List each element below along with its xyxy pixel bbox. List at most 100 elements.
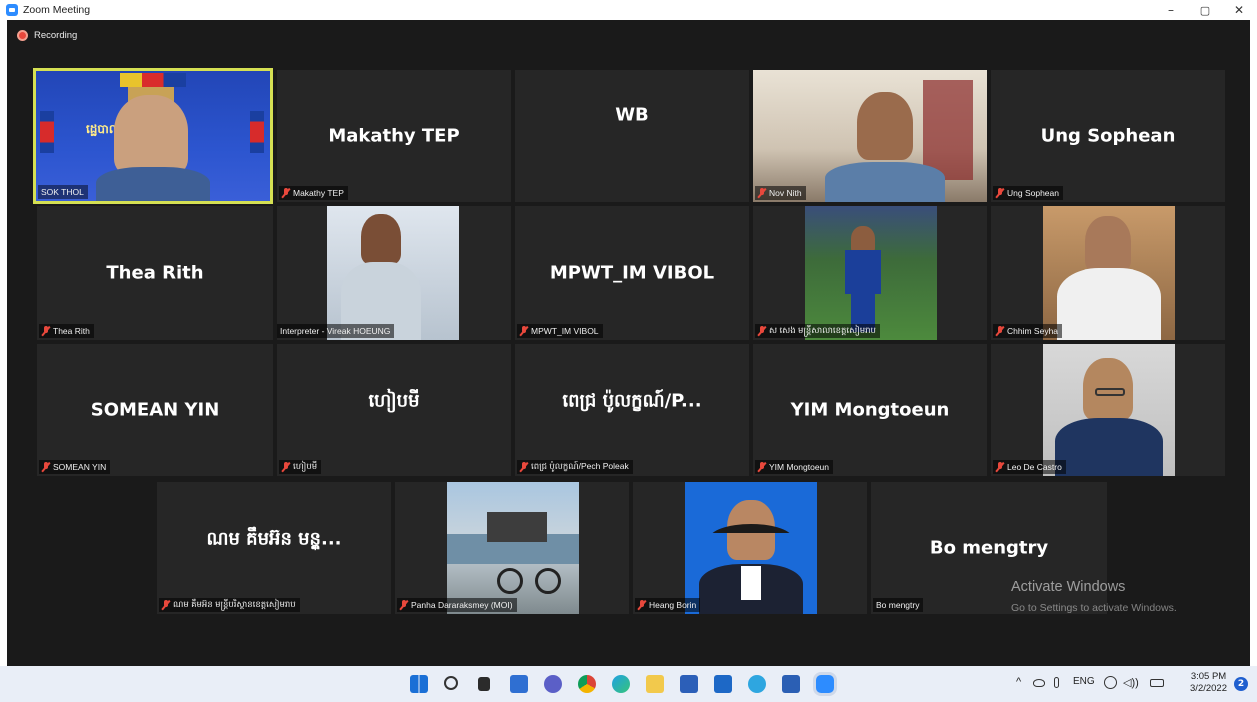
mail-icon[interactable] (714, 675, 732, 693)
participant-label: ពេជ្រ ប៉ូលក្ខណ៍/Pech Poleak (517, 460, 633, 474)
participant-label: Thea Rith (39, 324, 94, 338)
participant-label: YIM Mongtoeun (755, 460, 834, 474)
mic-muted-icon (520, 462, 528, 472)
participant-label: SOK THOL (38, 185, 88, 199)
video-tile-somean-yin[interactable]: SOMEAN YIN SOMEAN YIN (37, 344, 273, 476)
task-view-icon[interactable] (478, 677, 490, 691)
video-tile-yim-mongtoeun[interactable]: YIM Mongtoeun YIM Mongtoeun (753, 344, 987, 476)
video-tile-mpwt-im-vibol[interactable]: MPWT_IM VIBOL MPWT_IM VIBOL (515, 206, 749, 340)
clock-date: 3/2/2022 (1190, 683, 1227, 694)
mic-muted-icon (758, 188, 766, 198)
widgets-icon[interactable] (510, 675, 528, 693)
participant-video (753, 70, 987, 202)
participant-label: Ung Sophean (993, 186, 1063, 200)
meeting-gallery: Recording ដ្ឋេបាលរ SOK THOL Makathy TEP … (7, 20, 1250, 666)
participant-label: ស សេង មន្ត្រីសាលាខេត្តសៀមរាប (755, 324, 880, 338)
mic-muted-icon (520, 326, 528, 336)
telegram-icon[interactable] (748, 675, 766, 693)
microphone-icon[interactable] (1054, 677, 1059, 688)
chrome-icon[interactable] (578, 675, 596, 693)
windows-start-icon[interactable] (410, 675, 428, 693)
participant-label: MPWT_IM VIBOL (517, 324, 603, 338)
participant-name: ហៀបមី (368, 390, 420, 412)
activate-windows-title: Activate Windows (1011, 579, 1126, 595)
participant-label: Makathy TEP (279, 186, 348, 200)
maximize-button[interactable]: ▢ (1188, 0, 1222, 20)
recording-icon (17, 30, 28, 41)
window-title: Zoom Meeting (23, 4, 91, 16)
video-tile-nam-kimoeun[interactable]: ណម គឹមអ៊ន មន្ត្... ណម គឹមអ៊ន មន្ត្រីបរិស… (157, 482, 391, 614)
video-tile-wb[interactable]: WB (515, 70, 749, 202)
video-tile-ung-sophean[interactable]: Ung Sophean Ung Sophean (991, 70, 1225, 202)
video-tile-nov-nith[interactable]: Nov Nith (753, 70, 987, 202)
store-icon[interactable] (680, 675, 698, 693)
mic-muted-icon (996, 188, 1004, 198)
participant-name: ណម គឹមអ៊ន មន្ត្... (206, 528, 342, 550)
show-hidden-icons-icon[interactable]: ^ (1016, 676, 1021, 688)
video-tile-pech-poleak[interactable]: ពេជ្រ ប៉ូលក្ខណ៍/P... ពេជ្រ ប៉ូលក្ខណ៍/Pec… (515, 344, 749, 476)
participant-video (805, 206, 937, 340)
network-icon[interactable] (1104, 676, 1117, 689)
edge-icon[interactable] (612, 675, 630, 693)
participant-label: Interpreter - Vireak HOEUNG (277, 324, 395, 338)
participant-video (447, 482, 579, 614)
activate-windows-subtitle: Go to Settings to activate Windows. (1011, 602, 1177, 614)
participant-name: Ung Sophean (1040, 125, 1176, 147)
video-tile-sok-thol[interactable]: ដ្ឋេបាលរ SOK THOL (33, 68, 273, 204)
participant-label: Heang Borin (635, 598, 701, 612)
mic-muted-icon (996, 462, 1004, 472)
video-tile-heang-borin[interactable]: Heang Borin (633, 482, 867, 614)
participant-video (685, 482, 817, 614)
taskbar: ^ ENG ◁)) 3:05 PM 3/2/2022 2 (0, 666, 1257, 702)
video-tile-sa-seng[interactable]: ស សេង មន្ត្រីសាលាខេត្តសៀមរាប (753, 206, 987, 340)
video-tile-makathy-tep[interactable]: Makathy TEP Makathy TEP (277, 70, 511, 202)
recording-label: Recording (34, 30, 78, 41)
video-tile-vireak-hoeung[interactable]: Interpreter - Vireak HOEUNG (277, 206, 511, 340)
notification-badge[interactable]: 2 (1234, 677, 1248, 691)
participant-label: SOMEAN YIN (39, 460, 111, 474)
participant-label: Leo De Castro (993, 460, 1066, 474)
mic-muted-icon (162, 600, 170, 610)
mic-muted-icon (282, 188, 290, 198)
participant-label: Panha Dararaksmey (MOI) (397, 598, 517, 612)
mic-muted-icon (282, 462, 290, 472)
language-indicator[interactable]: ENG (1073, 676, 1095, 687)
minimize-button[interactable]: – (1154, 0, 1188, 20)
chat-icon[interactable] (544, 675, 562, 693)
participant-name: Bo mengtry (929, 537, 1049, 559)
participant-label: ណម គឹមអ៊ន មន្ត្រីបរិស្ថានខេត្តសៀមរាប (159, 598, 300, 612)
video-tile-chhim-seyha[interactable]: Chhim Seyha (991, 206, 1225, 340)
word-icon[interactable] (782, 675, 800, 693)
participant-name: Thea Rith (106, 262, 204, 284)
participant-label: Chhim Seyha (993, 324, 1063, 338)
participant-video (327, 206, 459, 340)
participant-name: MPWT_IM VIBOL (549, 262, 715, 284)
mic-muted-icon (638, 600, 646, 610)
participant-name: YIM Mongtoeun (790, 399, 950, 421)
participant-video (1043, 206, 1175, 340)
zoom-icon[interactable] (816, 675, 834, 693)
taskbar-clock[interactable]: 3:05 PM 3/2/2022 (1190, 671, 1227, 695)
mic-muted-icon (758, 462, 766, 472)
search-icon[interactable] (444, 676, 458, 690)
recording-indicator[interactable]: Recording (17, 30, 77, 41)
participant-name: ពេជ្រ ប៉ូលក្ខណ៍/P... (562, 390, 702, 412)
video-tile-thea-rith[interactable]: Thea Rith Thea Rith (37, 206, 273, 340)
mic-muted-icon (42, 326, 50, 336)
clock-time: 3:05 PM (1190, 671, 1227, 682)
zoom-app-icon (6, 4, 18, 16)
video-tile-panha-dararaksmey[interactable]: Panha Dararaksmey (MOI) (395, 482, 629, 614)
mic-muted-icon (758, 326, 766, 336)
participant-label: Nov Nith (755, 186, 806, 200)
mic-muted-icon (996, 326, 1004, 336)
volume-icon[interactable]: ◁)) (1123, 676, 1139, 689)
close-button[interactable]: ✕ (1222, 0, 1256, 20)
onedrive-icon[interactable] (1033, 679, 1045, 687)
file-explorer-icon[interactable] (646, 675, 664, 693)
mic-muted-icon (400, 600, 408, 610)
participant-name: SOMEAN YIN (90, 399, 220, 421)
video-tile-leo-de-castro[interactable]: Leo De Castro (991, 344, 1225, 476)
battery-icon[interactable] (1150, 679, 1164, 687)
video-tile-hieb-mi[interactable]: ហៀបមី ហៀបមី (277, 344, 511, 476)
participant-label: ហៀបមី (279, 460, 322, 474)
